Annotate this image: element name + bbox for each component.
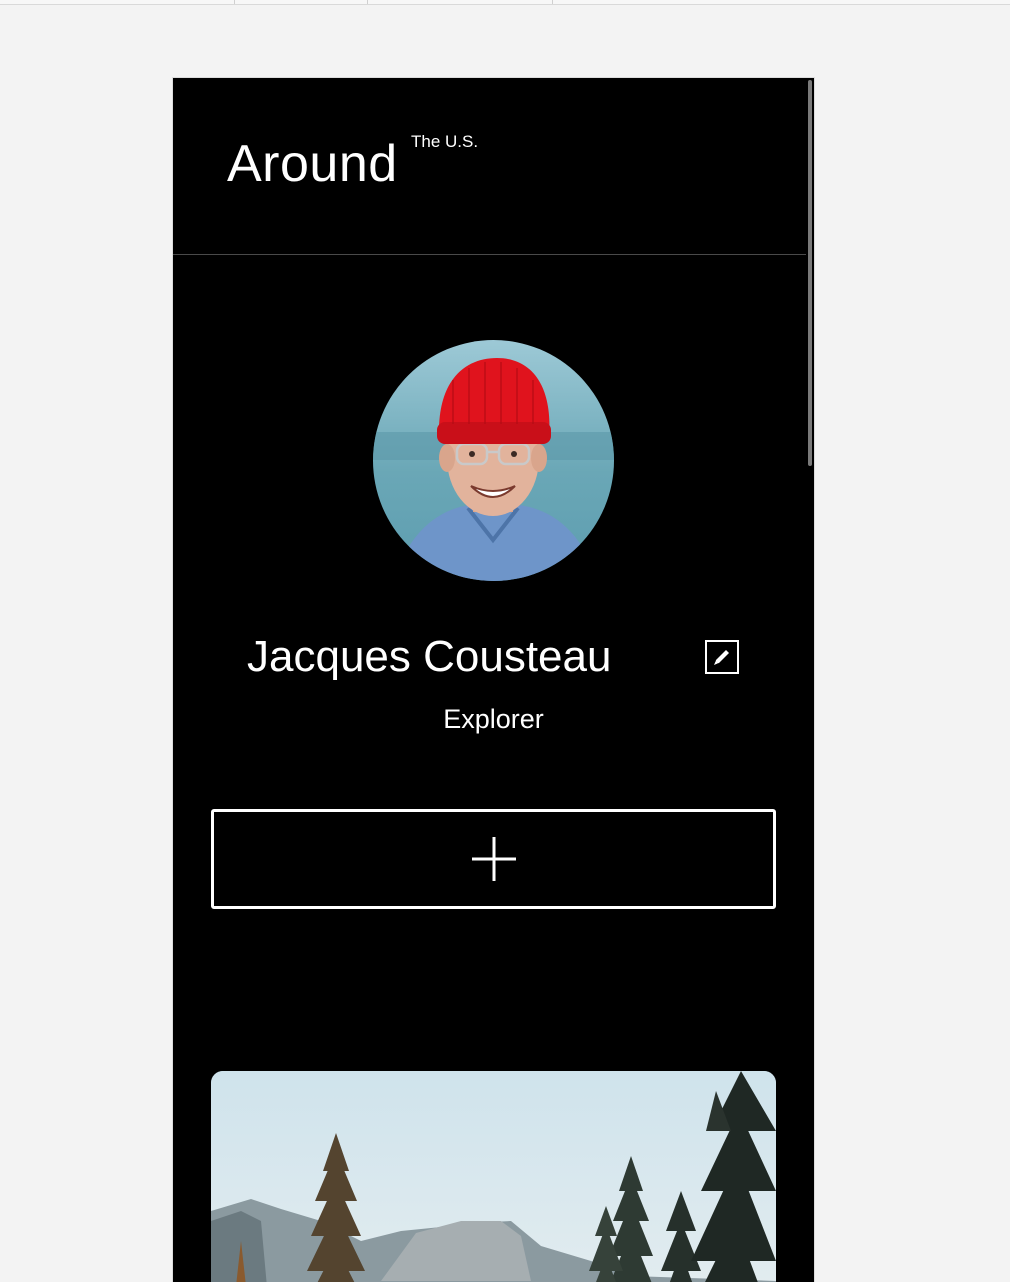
mobile-viewport: Around The U.S. Jacques Cousteau Explore…: [173, 78, 814, 1282]
profile-job: Explorer: [443, 704, 544, 734]
add-place-button[interactable]: [211, 809, 776, 909]
site-header: Around The U.S.: [173, 78, 814, 255]
logo-text: Around: [227, 135, 398, 193]
place-card-image[interactable]: [211, 1071, 776, 1282]
logo-superscript: The U.S.: [411, 132, 479, 151]
pencil-icon: [714, 650, 729, 665]
place-card[interactable]: [211, 1071, 776, 1282]
devtools-toolbar-strip: [0, 0, 1010, 5]
avatar-photo: [373, 340, 614, 581]
profile-name: Jacques Cousteau: [247, 632, 612, 681]
toolbar-divider: [367, 0, 368, 4]
scrollbar[interactable]: [806, 78, 814, 1282]
scrollbar-thumb[interactable]: [808, 80, 812, 466]
profile-avatar[interactable]: [373, 340, 614, 581]
edit-profile-button[interactable]: [705, 640, 739, 674]
toolbar-divider: [234, 0, 235, 4]
plus-icon: [471, 837, 516, 881]
logo[interactable]: Around The U.S.: [227, 132, 478, 194]
toolbar-divider: [552, 0, 553, 4]
